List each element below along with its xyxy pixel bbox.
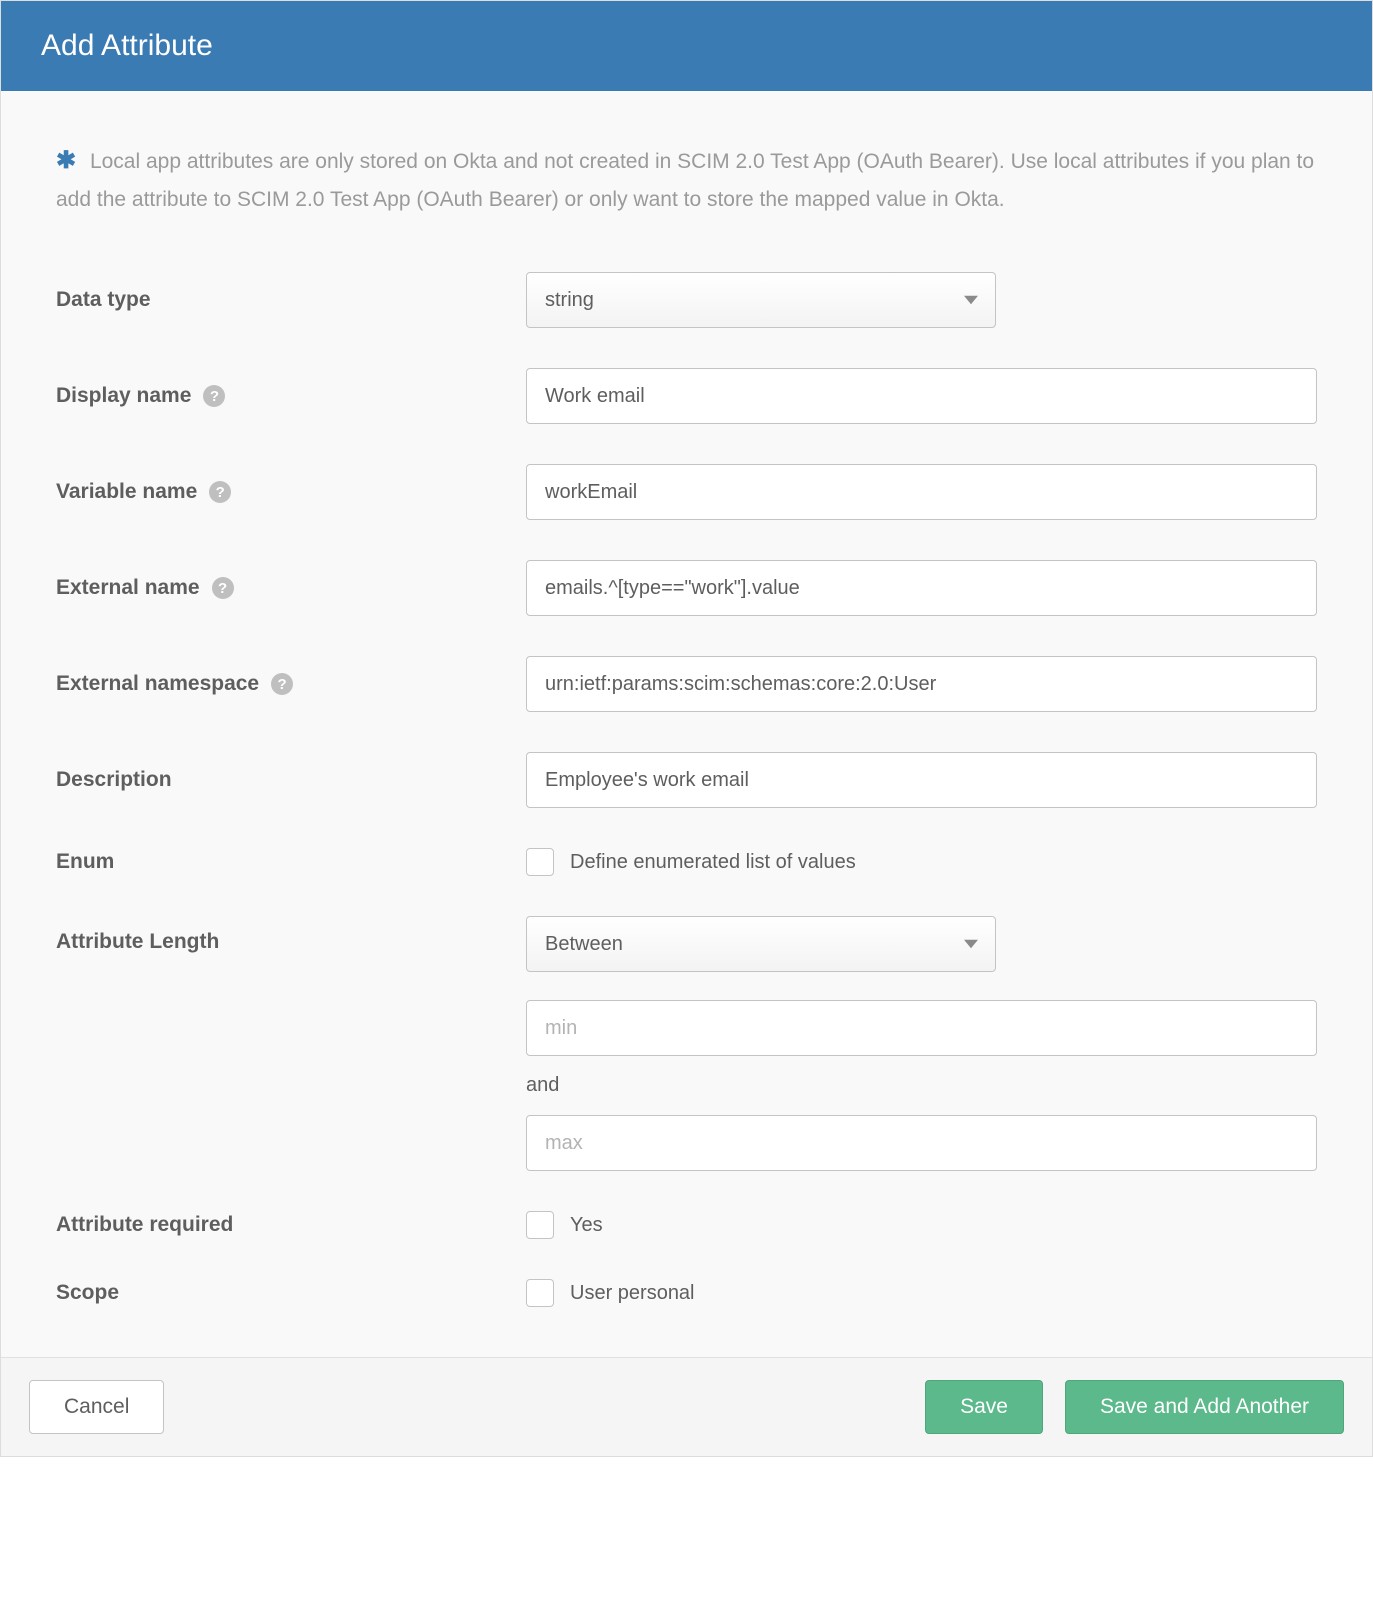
modal-body: ✱ Local app attributes are only stored o… — [1, 91, 1372, 1357]
asterisk-icon: ✱ — [56, 147, 76, 174]
label-description: Description — [56, 768, 526, 792]
description-input[interactable] — [526, 752, 1317, 808]
min-input[interactable] — [526, 1000, 1317, 1056]
external-namespace-input[interactable] — [526, 656, 1317, 712]
row-attribute-length: Attribute Length Between and — [56, 916, 1317, 1171]
save-button[interactable]: Save — [925, 1380, 1043, 1434]
row-display-name: Display name ? — [56, 368, 1317, 424]
external-name-input[interactable] — [526, 560, 1317, 616]
required-checkbox-label: Yes — [570, 1214, 603, 1237]
modal-title: Add Attribute — [41, 29, 213, 62]
label-attribute-length: Attribute Length — [56, 916, 526, 954]
enum-checkbox-label: Define enumerated list of values — [570, 851, 856, 874]
label-data-type: Data type — [56, 288, 526, 312]
display-name-input[interactable] — [526, 368, 1317, 424]
add-attribute-modal: Add Attribute ✱ Local app attributes are… — [0, 0, 1373, 1457]
row-description: Description — [56, 752, 1317, 808]
scope-checkbox-label: User personal — [570, 1282, 695, 1305]
label-variable-name: Variable name ? — [56, 480, 526, 504]
enum-checkbox[interactable] — [526, 848, 554, 876]
row-external-namespace: External namespace ? — [56, 656, 1317, 712]
label-attribute-required: Attribute required — [56, 1213, 526, 1237]
modal-footer: Cancel Save Save and Add Another — [1, 1357, 1372, 1456]
help-icon[interactable]: ? — [203, 385, 225, 407]
modal-header: Add Attribute — [1, 1, 1372, 91]
label-external-name: External name ? — [56, 576, 526, 600]
row-enum: Enum Define enumerated list of values — [56, 848, 1317, 876]
and-label: and — [526, 1074, 1317, 1097]
cancel-button[interactable]: Cancel — [29, 1380, 164, 1434]
label-enum: Enum — [56, 850, 526, 874]
label-display-name: Display name ? — [56, 384, 526, 408]
data-type-select[interactable]: string — [526, 272, 996, 328]
row-attribute-required: Attribute required Yes — [56, 1211, 1317, 1239]
row-scope: Scope User personal — [56, 1279, 1317, 1307]
row-variable-name: Variable name ? — [56, 464, 1317, 520]
scope-checkbox[interactable] — [526, 1279, 554, 1307]
attribute-length-value: Between — [526, 916, 996, 972]
label-external-namespace: External namespace ? — [56, 672, 526, 696]
max-input[interactable] — [526, 1115, 1317, 1171]
required-checkbox[interactable] — [526, 1211, 554, 1239]
help-icon[interactable]: ? — [209, 481, 231, 503]
attribute-length-select[interactable]: Between — [526, 916, 996, 972]
label-scope: Scope — [56, 1281, 526, 1305]
help-icon[interactable]: ? — [212, 577, 234, 599]
data-type-value: string — [526, 272, 996, 328]
save-add-another-button[interactable]: Save and Add Another — [1065, 1380, 1344, 1434]
variable-name-input[interactable] — [526, 464, 1317, 520]
row-external-name: External name ? — [56, 560, 1317, 616]
help-icon[interactable]: ? — [271, 673, 293, 695]
info-text: Local app attributes are only stored on … — [56, 150, 1314, 211]
row-data-type: Data type string — [56, 272, 1317, 328]
info-note: ✱ Local app attributes are only stored o… — [56, 141, 1317, 217]
